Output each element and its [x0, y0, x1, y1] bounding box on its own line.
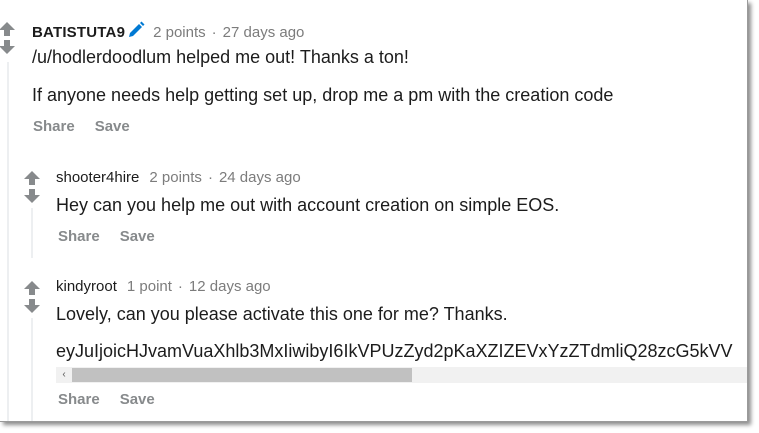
comment-time[interactable]: 27 days ago — [223, 24, 305, 41]
comment-points: 1 point — [126, 278, 172, 295]
vote-column — [0, 22, 15, 54]
comment-header: kindyroot 1 point · 12 days ago — [56, 278, 271, 296]
thread-line[interactable] — [7, 62, 9, 421]
horizontal-scrollbar[interactable]: ‹ — [56, 367, 747, 383]
save-button[interactable]: Save — [120, 228, 155, 245]
share-button[interactable]: Share — [33, 118, 75, 135]
upvote-icon[interactable] — [24, 171, 40, 185]
comment-actions: Share Save — [33, 118, 150, 135]
vote-column — [24, 281, 40, 313]
upvote-icon[interactable] — [24, 281, 40, 295]
comment-thread-window: BATISTUTA9 2 points · 27 days ago /u/hodle… — [0, 0, 748, 422]
save-button[interactable]: Save — [95, 118, 130, 135]
pencil-flair-icon — [129, 21, 145, 37]
comment-body-line: Lovely, can you please activate this one… — [56, 304, 508, 324]
comment-points: 2 points — [149, 169, 202, 186]
scroll-left-icon[interactable]: ‹ — [56, 367, 72, 383]
separator-dot: · — [207, 169, 213, 186]
comment-header: shooter4hire 2 points · 24 days ago — [56, 169, 301, 187]
vote-column — [24, 171, 40, 203]
separator-dot: · — [177, 278, 183, 295]
comment-time[interactable]: 12 days ago — [189, 278, 271, 295]
save-button[interactable]: Save — [120, 391, 155, 408]
scrollbar-thumb[interactable] — [72, 368, 412, 382]
downvote-icon[interactable] — [24, 189, 40, 203]
thread-line[interactable] — [31, 208, 33, 258]
comment-body-line: If anyone needs help getting set up, dro… — [32, 85, 614, 105]
share-button[interactable]: Share — [58, 391, 100, 408]
code-text: eyJuIjoicHJvamVuaXhlb3MxIiwibyI6IkVPUzZy… — [56, 341, 733, 361]
comment-author[interactable]: kindyroot — [56, 278, 117, 295]
comment-author[interactable]: shooter4hire — [56, 169, 139, 186]
thread-line[interactable] — [31, 318, 33, 421]
downvote-icon[interactable] — [24, 299, 40, 313]
comment-time[interactable]: 24 days ago — [219, 169, 301, 186]
upvote-icon[interactable] — [0, 22, 15, 36]
comment-body-line: Hey can you help me out with account cre… — [56, 195, 560, 215]
downvote-icon[interactable] — [0, 40, 15, 54]
separator-dot: · — [211, 24, 217, 41]
comment-actions: Share Save — [58, 228, 175, 245]
share-button[interactable]: Share — [58, 228, 100, 245]
comment-actions: Share Save — [58, 391, 175, 408]
comment-body-line: /u/hodlerdoodlum helped me out! Thanks a… — [32, 47, 409, 67]
comment-header: BATISTUTA9 2 points · 27 days ago — [32, 21, 304, 42]
comment-points: 2 points — [153, 24, 206, 41]
comment-author[interactable]: BATISTUTA9 — [32, 24, 125, 41]
